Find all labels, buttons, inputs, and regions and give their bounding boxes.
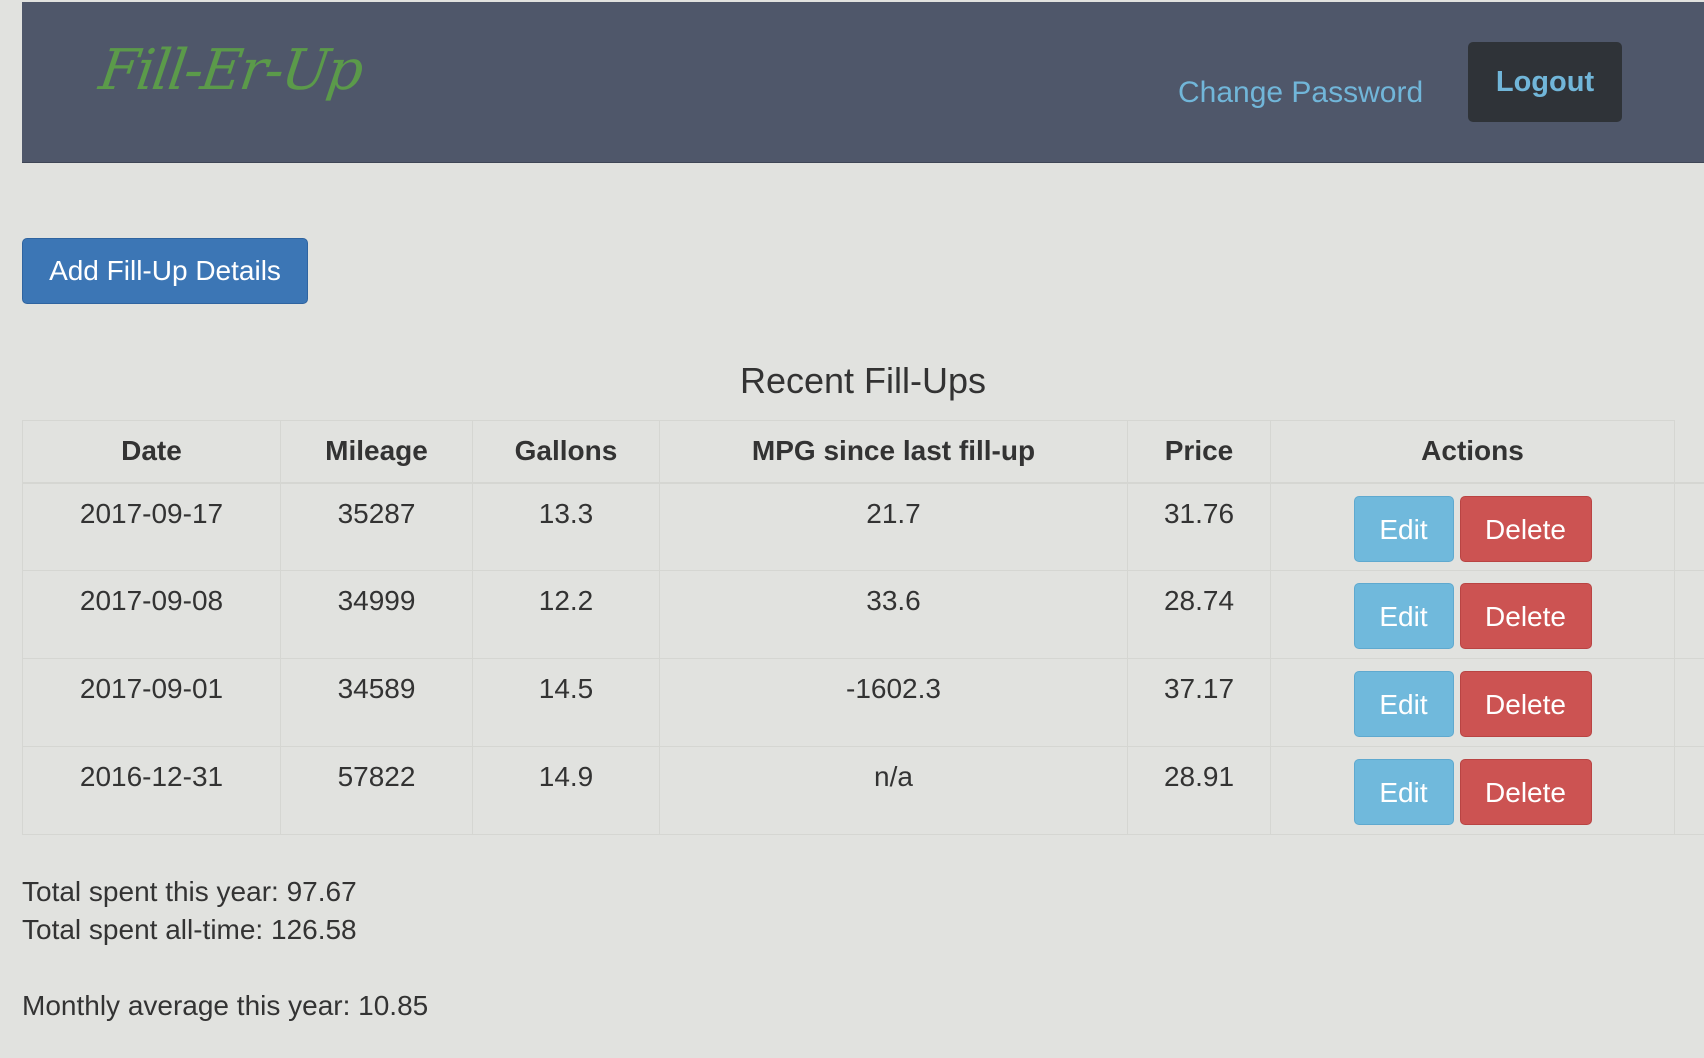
column-header-date: Date (22, 420, 281, 484)
add-fill-up-button[interactable]: Add Fill-Up Details (22, 238, 308, 304)
cell-mpg: 21.7 (659, 482, 1128, 571)
table-header-row: Date Mileage Gallons MPG since last fill… (22, 420, 1704, 484)
cell-gallons: 14.5 (472, 658, 660, 747)
brand-logo[interactable]: Fill-Er-Up (95, 38, 365, 103)
cell-gallons: 12.2 (472, 570, 660, 659)
cell-actions: Edit Delete (1270, 482, 1675, 571)
delete-button[interactable]: Delete (1459, 495, 1592, 562)
column-header-mpg: MPG since last fill-up (659, 420, 1128, 484)
cell-actions: Edit Delete (1270, 658, 1675, 747)
delete-button[interactable]: Delete (1459, 583, 1592, 649)
cell-actions: Edit Delete (1270, 570, 1675, 659)
total-spent-year: Total spent this year: 97.67 (22, 876, 357, 907)
cell-spacer (1674, 658, 1704, 747)
column-header-mileage: Mileage (280, 420, 473, 484)
cell-mpg: 33.6 (659, 570, 1128, 659)
delete-button[interactable]: Delete (1459, 671, 1592, 737)
cell-actions: Edit Delete (1270, 746, 1675, 835)
cell-date: 2017-09-17 (22, 482, 281, 571)
edit-button[interactable]: Edit (1353, 583, 1454, 649)
cell-date: 2016-12-31 (22, 746, 281, 835)
table-row: 2017-09-08 34999 12.2 33.6 28.74 Edit Del… (22, 570, 1704, 659)
table-row: 2017-09-17 35287 13.3 21.7 31.76 Edit Del… (22, 482, 1704, 571)
fill-ups-table: Date Mileage Gallons MPG since last fill… (22, 420, 1704, 835)
table-title: Recent Fill-Ups (739, 360, 987, 401)
table-row: 2016-12-31 57822 14.9 n/a 28.91 Edit Dele… (22, 746, 1704, 835)
total-spent-all-time: Total spent all-time: 126.58 (22, 914, 357, 945)
edit-button[interactable]: Edit (1353, 759, 1454, 825)
column-header-price: Price (1127, 420, 1271, 484)
cell-price: 37.17 (1127, 658, 1271, 747)
column-header-spacer (1674, 420, 1704, 484)
cell-spacer (1674, 482, 1704, 571)
cell-mileage: 34589 (280, 658, 473, 747)
cell-spacer (1674, 746, 1704, 835)
table-row: 2017-09-01 34589 14.5 -1602.3 37.17 Edit… (22, 658, 1704, 747)
cell-mileage: 57822 (280, 746, 473, 835)
edit-button[interactable]: Edit (1353, 495, 1454, 562)
cell-date: 2017-09-08 (22, 570, 281, 659)
cell-date: 2017-09-01 (22, 658, 281, 747)
cell-mpg: n/a (659, 746, 1128, 835)
cell-price: 28.91 (1127, 746, 1271, 835)
monthly-average: Monthly average this year: 10.85 (22, 990, 429, 1021)
cell-gallons: 13.3 (472, 482, 660, 571)
cell-spacer (1674, 570, 1704, 659)
edit-button[interactable]: Edit (1353, 671, 1454, 737)
cell-mpg: -1602.3 (659, 658, 1128, 747)
cell-price: 31.76 (1127, 482, 1271, 571)
column-header-gallons: Gallons (472, 420, 660, 484)
cell-mileage: 35287 (280, 482, 473, 571)
cell-gallons: 14.9 (472, 746, 660, 835)
delete-button[interactable]: Delete (1459, 759, 1592, 825)
navbar: Fill-Er-Up Change Password Logout (22, 2, 1704, 163)
change-password-link[interactable]: Change Password (1178, 76, 1423, 110)
cell-price: 28.74 (1127, 570, 1271, 659)
logout-button[interactable]: Logout (1468, 42, 1622, 122)
cell-mileage: 34999 (280, 570, 473, 659)
column-header-actions: Actions (1270, 420, 1675, 484)
